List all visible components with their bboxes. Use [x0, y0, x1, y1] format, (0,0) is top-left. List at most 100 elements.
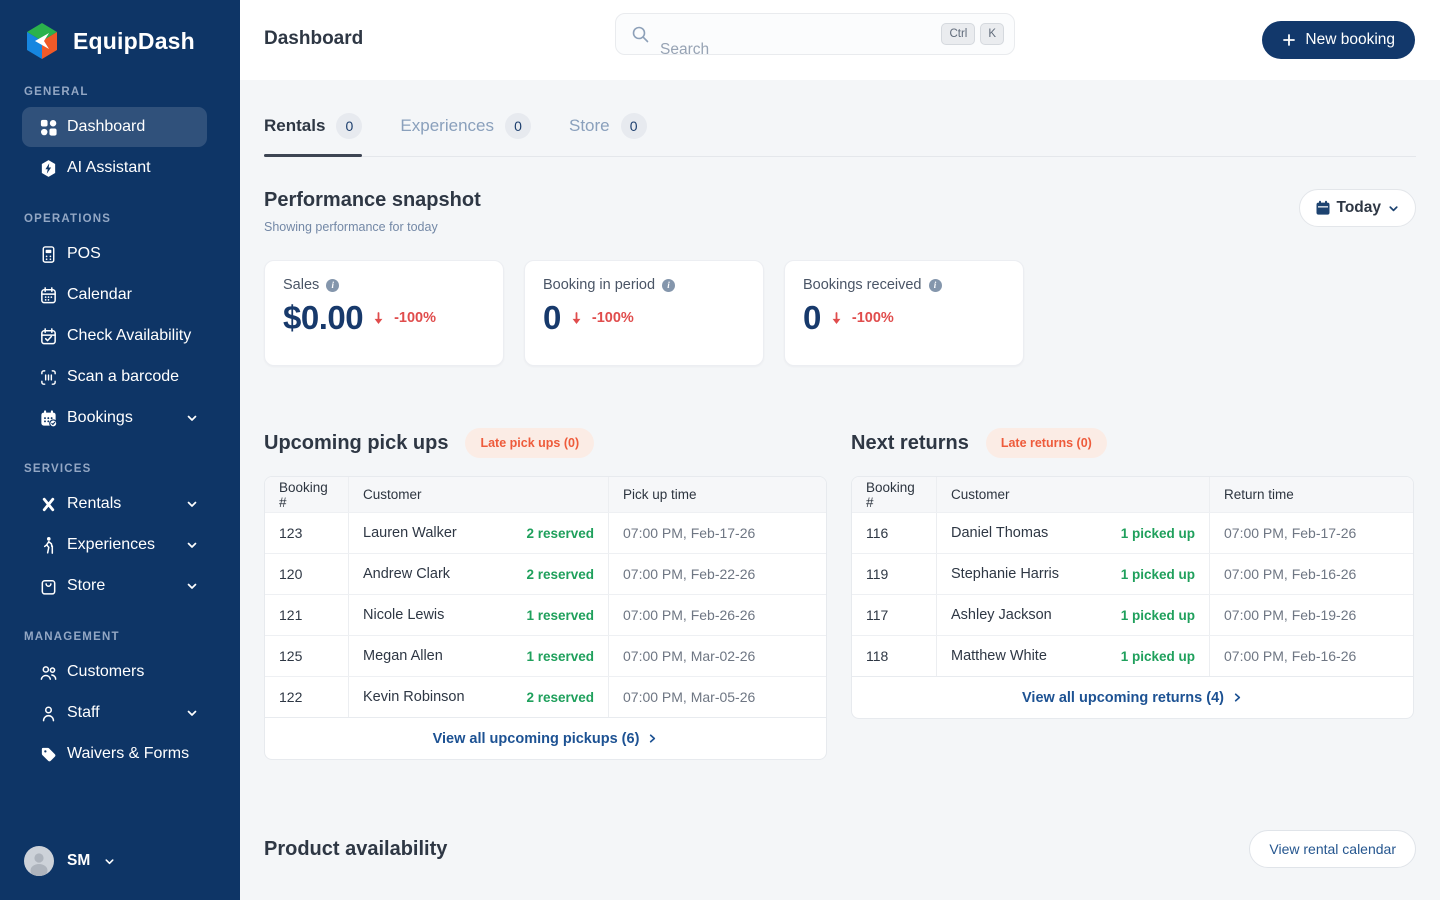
- new-booking-label: New booking: [1305, 31, 1395, 48]
- chevron-down-icon: [185, 579, 199, 598]
- dashboard-content: Rentals 0 Experiences 0 Store 0 Performa…: [240, 80, 1440, 900]
- sidebar-item-rentals[interactable]: Rentals: [22, 484, 207, 524]
- booking-number: 125: [265, 636, 349, 676]
- search-input[interactable]: Search Ctrl K: [615, 13, 1015, 55]
- pos-terminal-icon: [38, 244, 58, 264]
- chevron-down-icon: [185, 411, 199, 430]
- person-icon: [38, 703, 58, 723]
- arrow-down-icon: [374, 311, 383, 324]
- sidebar-item-bookings[interactable]: Bookings: [22, 398, 207, 438]
- view-rental-calendar-button[interactable]: View rental calendar: [1249, 830, 1416, 868]
- people-group-icon: [38, 662, 58, 682]
- calendar-icon: [38, 285, 58, 305]
- pickups-table: Booking # Customer Pick up time 123 Laur…: [264, 476, 827, 760]
- info-icon[interactable]: i: [326, 278, 340, 292]
- col-header-customer: Customer: [349, 477, 609, 512]
- customer-name: Daniel Thomas: [951, 525, 1049, 541]
- table-row[interactable]: 123 Lauren Walker 2 reserved 07:00 PM, Fe…: [265, 512, 826, 553]
- stat-delta: -100%: [591, 310, 634, 326]
- table-row[interactable]: 116 Daniel Thomas 1 picked up 07:00 PM, F…: [852, 512, 1413, 553]
- sidebar-item-staff[interactable]: Staff: [22, 693, 207, 733]
- tab-bar: Rentals 0 Experiences 0 Store 0: [264, 80, 1416, 157]
- return-time: 07:00 PM, Feb-17-26: [1224, 525, 1357, 541]
- sidebar-item-check-availability[interactable]: Check Availability: [22, 316, 207, 356]
- sidebar-item-store[interactable]: Store: [22, 566, 207, 606]
- page-title: Dashboard: [264, 28, 364, 49]
- performance-subtitle: Showing performance for today: [264, 220, 438, 234]
- period-label: Today: [1336, 199, 1382, 216]
- section-label-general: GENERAL: [24, 86, 89, 98]
- sidebar-item-pos[interactable]: POS: [22, 234, 207, 274]
- sidebar-item-label: Waivers & Forms: [67, 745, 190, 762]
- plus-icon: [1283, 34, 1296, 46]
- info-icon[interactable]: i: [662, 278, 676, 292]
- sidebar-item-ai-assistant[interactable]: AI Assistant: [22, 148, 207, 188]
- stat-delta: -100%: [394, 310, 437, 326]
- sidebar-item-label: Calendar: [67, 286, 132, 303]
- return-time: 07:00 PM, Feb-19-26: [1224, 607, 1357, 623]
- chevron-right-icon: [650, 734, 656, 743]
- user-menu[interactable]: SM: [24, 846, 116, 876]
- sidebar-item-waivers-forms[interactable]: Waivers & Forms: [22, 734, 207, 774]
- view-all-pickups-link[interactable]: View all upcoming pickups (6): [265, 717, 826, 759]
- sidebar-item-scan-barcode[interactable]: Scan a barcode: [22, 357, 207, 397]
- table-row[interactable]: 119 Stephanie Harris 1 picked up 07:00 PM…: [852, 553, 1413, 594]
- sidebar-item-label: Customers: [67, 663, 145, 680]
- table-row[interactable]: 122 Kevin Robinson 2 reserved 07:00 PM, M…: [265, 676, 826, 717]
- col-header-booking: Booking #: [265, 477, 349, 512]
- view-all-returns-link[interactable]: View all upcoming returns (4): [852, 676, 1413, 718]
- stat-card-sales: Sales i $0.00 -100%: [264, 260, 504, 366]
- pickups-title: Upcoming pick ups: [264, 431, 449, 454]
- table-row[interactable]: 117 Ashley Jackson 1 picked up 07:00 PM, …: [852, 594, 1413, 635]
- stat-card-bookings-received: Bookings received i 0 -100%: [784, 260, 1024, 366]
- booking-number: 119: [852, 554, 937, 594]
- tables-section: Upcoming pick ups Late pick ups (0) Book…: [264, 428, 1416, 760]
- new-booking-button[interactable]: New booking: [1262, 21, 1415, 59]
- status-badge: 2 reserved: [526, 566, 594, 582]
- booking-number: 117: [852, 595, 937, 635]
- tab-count-badge: 0: [620, 113, 647, 139]
- sidebar-item-label: Bookings: [67, 409, 133, 426]
- status-badge: 1 reserved: [526, 607, 594, 623]
- col-header-customer: Customer: [937, 477, 1210, 512]
- upcoming-pickups-section: Upcoming pick ups Late pick ups (0) Book…: [264, 428, 827, 760]
- col-header-return-time: Return time: [1224, 487, 1294, 502]
- table-row[interactable]: 118 Matthew White 1 picked up 07:00 PM, F…: [852, 635, 1413, 676]
- period-select-button[interactable]: Today: [1298, 189, 1416, 227]
- view-rental-calendar-label: View rental calendar: [1269, 841, 1396, 857]
- customer-name: Matthew White: [951, 648, 1047, 664]
- tab-store[interactable]: Store 0: [569, 113, 647, 156]
- arrow-down-icon: [572, 311, 581, 324]
- performance-header: Performance snapshot Showing performance…: [264, 189, 1416, 234]
- status-badge: 2 reserved: [526, 689, 594, 705]
- sidebar-item-customers[interactable]: Customers: [22, 652, 207, 692]
- booking-number: 123: [265, 513, 349, 553]
- table-header-row: Booking # Customer Return time: [852, 477, 1413, 512]
- tab-experiences[interactable]: Experiences 0: [400, 113, 531, 156]
- stat-value: 0: [803, 299, 821, 336]
- pickup-time: 07:00 PM, Mar-05-26: [623, 689, 756, 705]
- sidebar-item-dashboard[interactable]: Dashboard: [22, 107, 207, 147]
- customer-name: Lauren Walker: [363, 525, 457, 541]
- product-availability-section: Product availability View rental calenda…: [264, 830, 1416, 868]
- info-icon[interactable]: i: [928, 278, 942, 292]
- table-header-row: Booking # Customer Pick up time: [265, 477, 826, 512]
- return-time: 07:00 PM, Feb-16-26: [1224, 566, 1357, 582]
- table-row[interactable]: 125 Megan Allen 1 reserved 07:00 PM, Mar-…: [265, 635, 826, 676]
- table-row[interactable]: 121 Nicole Lewis 1 reserved 07:00 PM, Feb…: [265, 594, 826, 635]
- status-badge: 1 picked up: [1120, 648, 1195, 664]
- product-availability-title: Product availability: [264, 837, 448, 860]
- table-row[interactable]: 120 Andrew Clark 2 reserved 07:00 PM, Feb…: [265, 553, 826, 594]
- sidebar-item-experiences[interactable]: Experiences: [22, 525, 207, 565]
- calendar-check-icon: [38, 326, 58, 346]
- pickup-time: 07:00 PM, Feb-17-26: [623, 525, 756, 541]
- pickup-time: 07:00 PM, Feb-26-26: [623, 607, 756, 623]
- booking-number: 120: [265, 554, 349, 594]
- pickup-time: 07:00 PM, Feb-22-26: [623, 566, 756, 582]
- sidebar-item-calendar[interactable]: Calendar: [22, 275, 207, 315]
- stat-delta: -100%: [851, 310, 894, 326]
- customer-name: Ashley Jackson: [951, 607, 1052, 623]
- stat-value: 0: [543, 299, 561, 336]
- booking-number: 118: [852, 636, 937, 676]
- tab-rentals[interactable]: Rentals 0: [264, 113, 363, 157]
